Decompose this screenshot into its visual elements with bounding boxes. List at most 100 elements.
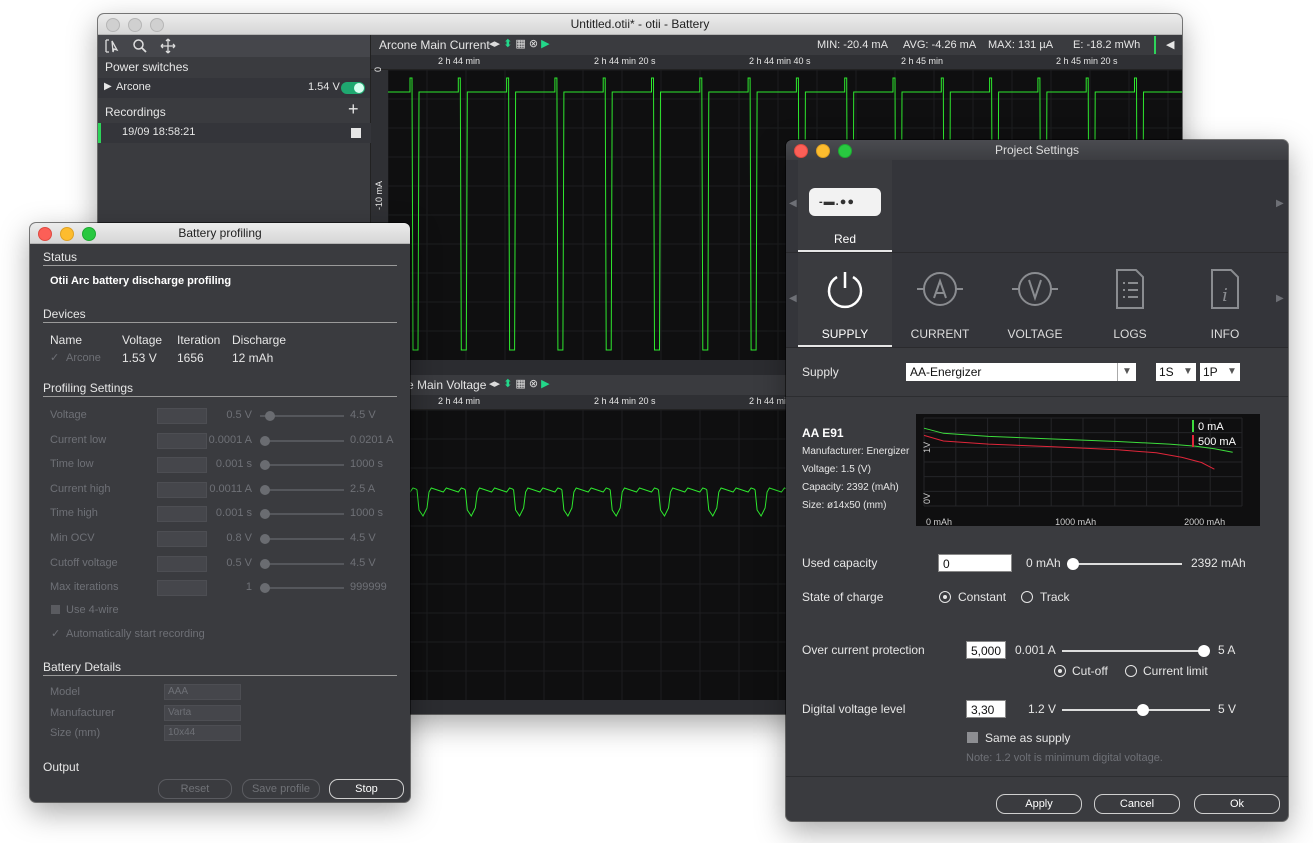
auto-start-check-icon[interactable]: ✓ bbox=[51, 627, 60, 640]
voltage-chart-title: e Main Voltage bbox=[407, 378, 487, 392]
setting-label: Time high bbox=[50, 507, 98, 520]
setting-slider[interactable] bbox=[260, 464, 344, 467]
profiling-settings-heading: Profiling Settings bbox=[43, 381, 134, 395]
setting-slider-knob[interactable] bbox=[260, 558, 270, 569]
current-tick-4: 2 h 45 min 20 s bbox=[1056, 56, 1118, 66]
setting-value: 0.5 V bbox=[226, 409, 252, 421]
battery-details-heading: Battery Details bbox=[43, 660, 122, 674]
minimize-button[interactable] bbox=[128, 18, 142, 32]
used-capacity-track[interactable] bbox=[1072, 563, 1182, 565]
setting-slider-knob[interactable] bbox=[260, 509, 270, 520]
used-capacity-knob[interactable] bbox=[1067, 558, 1079, 570]
setting-slider-knob[interactable] bbox=[260, 484, 270, 495]
scroll-left-icon[interactable]: ◀ bbox=[789, 198, 797, 209]
setting-slider[interactable] bbox=[260, 538, 344, 540]
close-button[interactable] bbox=[38, 227, 52, 241]
same-as-supply-label: Same as supply bbox=[985, 731, 1071, 745]
stop-button[interactable]: Stop bbox=[329, 779, 404, 799]
minimize-button[interactable] bbox=[816, 144, 830, 158]
current-tick-3: 2 h 45 min bbox=[901, 56, 944, 66]
supply-select[interactable]: AA-Energizer ▼ bbox=[906, 363, 1136, 381]
ocp-track[interactable] bbox=[1062, 650, 1204, 652]
tab-current[interactable]: CURRENT bbox=[893, 253, 987, 345]
setting-slider-knob[interactable] bbox=[260, 583, 270, 594]
tabs-scroll-left-icon[interactable]: ◀ bbox=[789, 293, 797, 304]
dvl-knob[interactable] bbox=[1137, 704, 1150, 716]
battery-voltage: Voltage: 1.5 (V) bbox=[802, 464, 871, 475]
battery-profiling-titlebar: Battery profiling bbox=[30, 223, 410, 244]
parallel-select[interactable]: 1P ▼ bbox=[1200, 363, 1240, 381]
setting-slider-knob[interactable] bbox=[260, 534, 270, 544]
reset-button[interactable]: Reset bbox=[158, 779, 232, 799]
setting-slider-knob[interactable] bbox=[260, 460, 270, 471]
chevron-down-icon: ▼ bbox=[1227, 366, 1237, 377]
voltage-tick-0: 2 h 44 min bbox=[438, 396, 481, 406]
battery-size: Size: ø14x50 (mm) bbox=[802, 500, 887, 511]
info-icon: i bbox=[1211, 269, 1239, 309]
detail-field[interactable]: Varta bbox=[164, 704, 241, 721]
output-heading: Output bbox=[43, 760, 80, 774]
add-recording-button[interactable]: + bbox=[348, 99, 359, 120]
setting-slider[interactable] bbox=[260, 488, 344, 491]
soc-constant-radio[interactable] bbox=[939, 591, 951, 603]
series-select-value: 1S bbox=[1159, 365, 1174, 379]
device-tile[interactable]: -▬.●● Red bbox=[798, 160, 892, 252]
zoom-button[interactable] bbox=[838, 144, 852, 158]
close-button[interactable] bbox=[794, 144, 808, 158]
voltage-chart-controls[interactable]: ◂▸ ⬍ ▦ ⊗ ▶ bbox=[489, 377, 550, 390]
status-text: Otii Arc battery discharge profiling bbox=[50, 275, 232, 287]
zoom-tool-icon[interactable] bbox=[132, 38, 148, 54]
zoom-button[interactable] bbox=[150, 18, 164, 32]
logs-icon bbox=[1116, 269, 1144, 309]
ok-button[interactable]: Ok bbox=[1194, 794, 1280, 814]
recording-checkbox[interactable] bbox=[351, 128, 361, 138]
discharge-x-tick: 2000 mAh bbox=[1184, 517, 1225, 526]
cancel-button[interactable]: Cancel bbox=[1094, 794, 1180, 814]
zoom-button[interactable] bbox=[82, 227, 96, 241]
detail-field[interactable]: 10x44 bbox=[164, 725, 241, 742]
use-4wire-checkbox[interactable] bbox=[51, 605, 60, 614]
ammeter-icon bbox=[917, 272, 963, 306]
series-select[interactable]: 1S ▼ bbox=[1156, 363, 1196, 381]
dvl-input[interactable]: 3,30 bbox=[966, 700, 1006, 718]
tab-voltage[interactable]: VOLTAGE bbox=[988, 253, 1082, 345]
setting-slider[interactable] bbox=[260, 587, 344, 590]
current-limit-radio[interactable] bbox=[1125, 665, 1137, 677]
devices-heading: Devices bbox=[43, 307, 86, 321]
tab-supply[interactable]: SUPPLY bbox=[798, 253, 892, 347]
select-tool-icon[interactable] bbox=[104, 38, 120, 54]
pan-tool-icon[interactable] bbox=[160, 38, 176, 54]
same-as-supply-checkbox[interactable] bbox=[967, 732, 978, 743]
close-button[interactable] bbox=[106, 18, 120, 32]
tab-info[interactable]: i INFO bbox=[1178, 253, 1272, 345]
recording-item[interactable]: 19/09 18:58:21 bbox=[98, 123, 373, 143]
tabs-scroll-right-icon[interactable]: ▶ bbox=[1276, 293, 1284, 304]
power-toggle[interactable] bbox=[341, 82, 365, 94]
save-profile-button[interactable]: Save profile bbox=[242, 779, 320, 799]
discharge-chart-svg: 1V 0V 0 mAh 1000 mAh 2000 mAh 0 mA 500 mA bbox=[916, 414, 1260, 526]
tab-logs[interactable]: LOGS bbox=[1083, 253, 1177, 345]
scroll-right-icon[interactable]: ▶ bbox=[1276, 198, 1284, 209]
setting-slider[interactable] bbox=[260, 513, 344, 516]
cutoff-radio[interactable] bbox=[1054, 665, 1066, 677]
chart-controls[interactable]: ◂▸ ⬍ ▦ ⊗ ▶ bbox=[489, 37, 550, 50]
sidebar-toolbar bbox=[98, 35, 370, 57]
chevron-down-icon: ▼ bbox=[1117, 363, 1136, 381]
ocp-knob[interactable] bbox=[1198, 645, 1210, 657]
minimize-button[interactable] bbox=[60, 227, 74, 241]
setting-slider[interactable] bbox=[260, 439, 344, 442]
detail-field[interactable]: AAA bbox=[164, 684, 241, 700]
dvl-track[interactable] bbox=[1062, 709, 1210, 711]
setting-label: Cutoff voltage bbox=[50, 556, 118, 569]
used-capacity-input[interactable]: 0 bbox=[938, 554, 1012, 572]
setting-slider[interactable] bbox=[260, 562, 344, 565]
setting-slider-knob[interactable] bbox=[260, 435, 270, 446]
expand-arrow-icon[interactable]: ▶ bbox=[104, 81, 112, 92]
ocp-input[interactable]: 5,000 bbox=[966, 641, 1006, 659]
project-settings-title: Project Settings bbox=[994, 143, 1080, 157]
apply-button[interactable]: Apply bbox=[996, 794, 1082, 814]
soc-track-radio[interactable] bbox=[1021, 591, 1033, 603]
collapse-icon[interactable]: ◀ bbox=[1166, 38, 1174, 51]
device-row[interactable]: ▶ Arcone 1.54 V bbox=[98, 78, 370, 98]
setting-slider-knob[interactable] bbox=[265, 411, 275, 421]
